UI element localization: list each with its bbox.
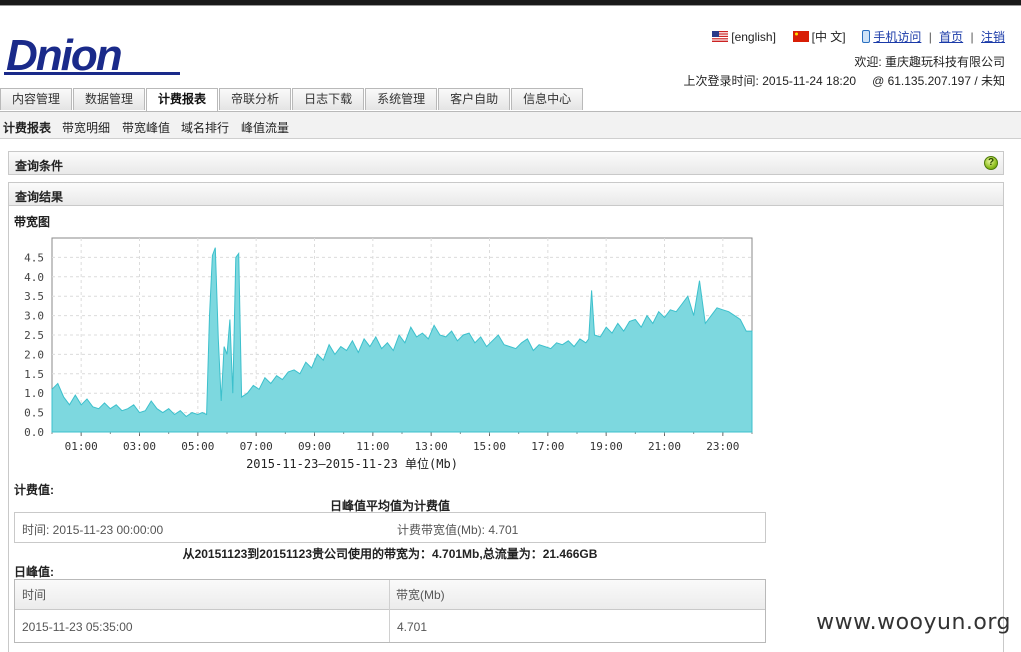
y-tick-label: 2.5 <box>24 329 44 342</box>
billing-time: 时间: 2015-11-23 00:00:00 <box>22 523 164 537</box>
query-conditions-header[interactable]: 查询条件 ? <box>8 151 1004 175</box>
subnav-bandwidth-peak[interactable]: 带宽峰值 <box>122 119 170 136</box>
tab-info-center[interactable]: 信息中心 <box>511 88 584 110</box>
us-flag-icon <box>712 31 729 42</box>
tab-data-management[interactable]: 数据管理 <box>73 88 146 110</box>
x-tick-label: 01:00 <box>65 440 98 453</box>
query-conditions-title: 查询条件 <box>15 159 64 173</box>
subnav-billing-report[interactable]: 计费报表 <box>3 119 51 136</box>
china-flag-icon <box>792 31 809 42</box>
x-axis-label: 2015-11-23—2015-11-23 单位(Mb) <box>246 456 458 471</box>
watermark: www.wooyun.org <box>816 610 1011 635</box>
tab-dnion-analysis[interactable]: 帝联分析 <box>219 88 292 110</box>
last-login-time: 上次登录时间: 2015-11-24 18:20 <box>683 74 857 88</box>
billing-value-box: 时间: 2015-11-23 00:00:00 计费带宽值(Mb): 4.701 <box>14 512 766 543</box>
tab-system-management[interactable]: 系统管理 <box>365 88 438 110</box>
daily-peak-table: 时间 带宽(Mb) 2015-11-23 05:35:00 4.701 <box>14 579 766 643</box>
chinese-link[interactable]: [中 文] <box>812 30 846 44</box>
x-tick-label: 03:00 <box>123 440 156 453</box>
tab-log-download[interactable]: 日志下载 <box>292 88 365 110</box>
y-tick-label: 3.0 <box>24 310 44 323</box>
table-header-bandwidth: 带宽(Mb) <box>390 580 765 610</box>
x-tick-label: 15:00 <box>473 440 506 453</box>
logout-link[interactable]: 注销 <box>981 30 1005 44</box>
last-login: 上次登录时间: 2015-11-24 18:20 @ 61.135.207.197… <box>684 72 1005 89</box>
table-cell-bandwidth: 4.701 <box>397 620 428 634</box>
tab-content-management[interactable]: 内容管理 <box>0 88 73 110</box>
top-links: [english] [中 文] 手机访问 | 首页 | 注销 <box>712 28 1005 45</box>
login-ip: @ 61.135.207.197 / 未知 <box>872 74 1005 88</box>
billing-value-label: 计费值: <box>14 483 54 497</box>
tab-billing-report[interactable]: 计费报表 <box>146 88 219 112</box>
table-cell-time: 2015-11-23 05:35:00 <box>22 620 133 634</box>
daily-peak-label: 日峰值: <box>14 565 54 579</box>
billing-bandwidth-value: 计费带宽值(Mb): 4.701 <box>397 523 519 537</box>
main-tabs: 内容管理 数据管理 计费报表 帝联分析 日志下载 系统管理 客户自助 信息中心 <box>0 88 584 112</box>
mobile-icon <box>862 30 871 43</box>
y-tick-label: 2.0 <box>24 348 44 361</box>
top-border-line <box>0 5 1021 6</box>
query-results-title: 查询结果 <box>15 190 64 204</box>
y-tick-label: 1.5 <box>24 368 44 381</box>
y-tick-label: 3.5 <box>24 290 44 303</box>
x-tick-label: 09:00 <box>298 440 331 453</box>
x-tick-label: 13:00 <box>415 440 448 453</box>
home-link[interactable]: 首页 <box>939 30 963 44</box>
x-tick-label: 21:00 <box>648 440 681 453</box>
y-tick-label: 0.0 <box>24 426 44 439</box>
x-tick-label: 07:00 <box>240 440 273 453</box>
y-tick-label: 1.0 <box>24 387 44 400</box>
table-column-divider <box>389 580 390 642</box>
welcome-text: 欢迎: 重庆趣玩科技有限公司 <box>854 55 1005 69</box>
mobile-link[interactable]: 手机访问 <box>873 30 921 44</box>
billing-summary: 从20151123到20151123贵公司使用的带宽为：4.701Mb,总流量为… <box>182 547 598 561</box>
help-icon[interactable]: ? <box>984 156 998 170</box>
x-tick-label: 11:00 <box>356 440 389 453</box>
y-tick-label: 4.0 <box>24 271 44 284</box>
sub-navigation: 计费报表 带宽明细 带宽峰值 域名排行 峰值流量 <box>0 112 1021 139</box>
y-tick-label: 4.5 <box>24 251 44 264</box>
bandwidth-chart: 0.0 0.5 1.0 1.5 2.0 2.5 3.0 3.5 4.0 4.5 01:00 03:00… <box>24 237 753 471</box>
dnion-logo[interactable]: Dnion <box>4 31 184 80</box>
subnav-domain-ranking[interactable]: 域名排行 <box>181 119 229 136</box>
y-tick-label: 0.5 <box>24 407 44 420</box>
x-tick-label: 17:00 <box>531 440 564 453</box>
x-tick-label: 23:00 <box>706 440 739 453</box>
x-tick-label: 05:00 <box>181 440 214 453</box>
subnav-peak-traffic[interactable]: 峰值流量 <box>241 119 289 136</box>
tab-customer-self-service[interactable]: 客户自助 <box>438 88 511 110</box>
english-link[interactable]: [english] <box>731 30 776 44</box>
x-tick-label: 19:00 <box>590 440 623 453</box>
subnav-bandwidth-detail[interactable]: 带宽明细 <box>62 119 110 136</box>
table-header-time: 时间 <box>15 580 389 610</box>
logo-text: Dnion <box>6 32 122 78</box>
query-results-header: 查询结果 <box>8 182 1004 206</box>
bandwidth-chart-label: 带宽图 <box>14 215 51 229</box>
